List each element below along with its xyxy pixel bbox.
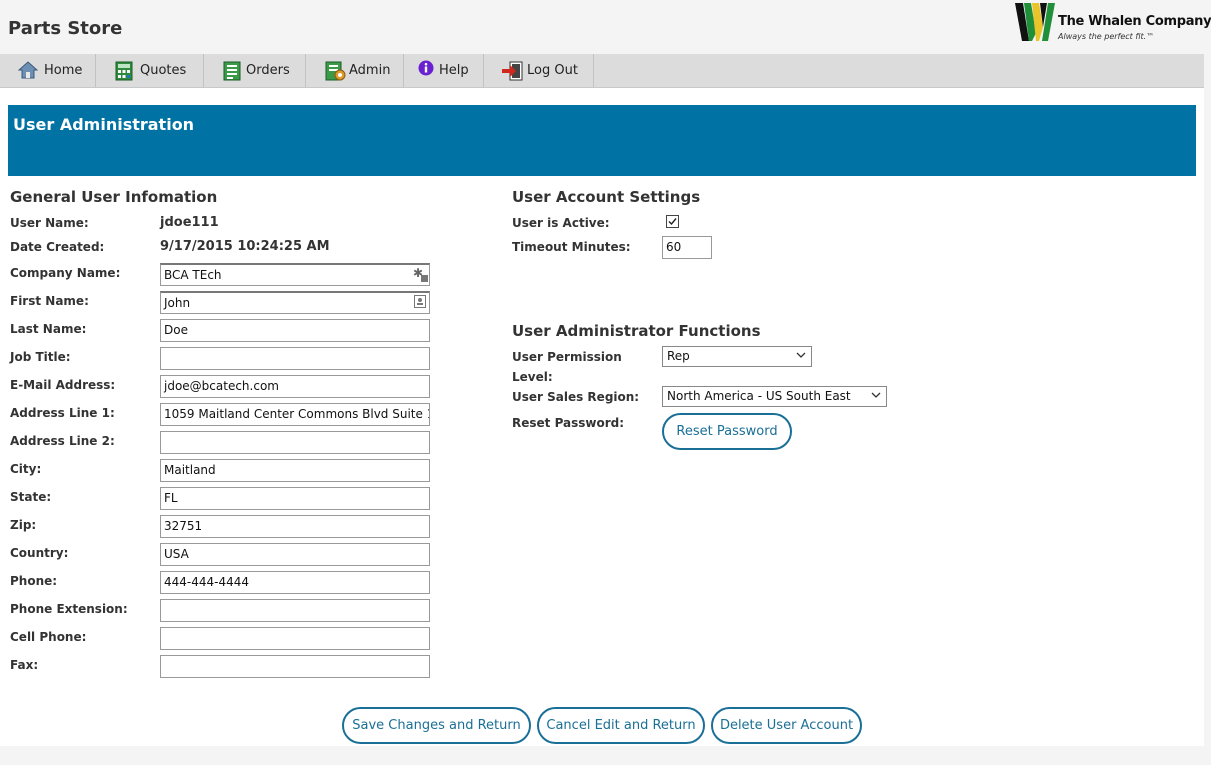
chevron-down-icon xyxy=(871,392,881,398)
date-created-label: Date Created: xyxy=(10,240,105,254)
phone-input[interactable]: 444-444-4444 xyxy=(160,571,430,594)
whalen-logo-icon xyxy=(1015,3,1055,41)
nav-help[interactable]: Help xyxy=(404,54,484,87)
orders-list-icon xyxy=(223,61,241,81)
cell-phone-label: Cell Phone: xyxy=(10,630,87,644)
cell-phone-input[interactable] xyxy=(160,627,430,650)
fax-label: Fax: xyxy=(10,658,39,672)
city-label: City: xyxy=(10,462,42,476)
zip-input[interactable]: 32751 xyxy=(160,515,430,538)
nav-quotes-label: Quotes xyxy=(140,63,187,78)
nav-orders-label: Orders xyxy=(246,63,290,78)
city-input[interactable]: Maitland xyxy=(160,459,430,482)
nav-logout-label: Log Out xyxy=(527,63,578,78)
company-name-label: Company Name: xyxy=(10,266,121,280)
country-input[interactable]: USA xyxy=(160,543,430,566)
nav-orders[interactable]: Orders xyxy=(204,54,306,87)
logout-icon xyxy=(502,61,523,81)
address1-input[interactable]: 1059 Maitland Center Commons Blvd Suite … xyxy=(160,403,430,426)
date-created-value: 9/17/2015 10:24:25 AM xyxy=(160,239,330,254)
chevron-down-icon xyxy=(796,352,806,358)
user-active-label: User is Active: xyxy=(512,216,610,230)
nav-quotes[interactable]: Quotes xyxy=(96,54,204,87)
reset-password-label: Reset Password: xyxy=(512,416,625,430)
permission-label-line1: User Permission xyxy=(512,350,622,364)
nav-home-label: Home xyxy=(44,63,83,78)
address2-label: Address Line 2: xyxy=(10,434,115,448)
fax-input[interactable] xyxy=(160,655,430,678)
nav-admin-label: Admin xyxy=(349,63,391,78)
checkmark-icon xyxy=(668,218,677,226)
main-nav: Home Quotes Orders Admin Help Log Out xyxy=(0,54,1204,88)
region-selected: North America - US South East xyxy=(667,389,851,403)
cancel-edit-button[interactable]: Cancel Edit and Return xyxy=(537,707,705,744)
page-banner: User Administration xyxy=(8,105,1196,176)
region-label: User Sales Region: xyxy=(512,390,640,404)
permission-select[interactable]: Rep xyxy=(662,346,812,367)
admin-functions-title: User Administrator Functions xyxy=(512,322,761,340)
permission-label-line2: Level: xyxy=(512,370,553,384)
calculator-icon xyxy=(115,61,133,81)
last-name-label: Last Name: xyxy=(10,322,87,336)
timeout-input[interactable]: 60 xyxy=(662,236,712,259)
country-label: Country: xyxy=(10,546,69,560)
company-name-input[interactable]: BCA TEch xyxy=(160,263,430,286)
nav-help-label: Help xyxy=(439,63,469,78)
address2-input[interactable] xyxy=(160,431,430,454)
app-window: Parts Store The Whalen Company Always th… xyxy=(0,0,1211,765)
permission-selected: Rep xyxy=(667,349,690,363)
job-title-input[interactable] xyxy=(160,347,430,370)
last-name-input[interactable]: Doe xyxy=(160,319,430,342)
first-name-input[interactable]: John xyxy=(160,291,430,314)
job-title-label: Job Title: xyxy=(10,350,71,364)
autofill-key-icon: ✱ xyxy=(413,267,428,282)
logo-tagline: Always the perfect fit.™ xyxy=(1058,32,1155,41)
phone-label: Phone: xyxy=(10,574,58,588)
main-content: User Administration General User Infomat… xyxy=(0,88,1204,746)
page-footer-strip xyxy=(0,746,1211,765)
email-label: E-Mail Address: xyxy=(10,378,116,392)
reset-password-button[interactable]: Reset Password xyxy=(662,413,792,450)
user-active-checkbox[interactable] xyxy=(666,215,679,228)
app-title: Parts Store xyxy=(8,18,123,39)
email-input[interactable]: jdoe@bcatech.com xyxy=(160,375,430,398)
state-input[interactable]: FL xyxy=(160,487,430,510)
user-name-value: jdoe111 xyxy=(160,215,219,230)
account-section-title: User Account Settings xyxy=(512,188,701,206)
info-icon xyxy=(418,60,434,76)
nav-logout[interactable]: Log Out xyxy=(484,54,594,87)
timeout-label: Timeout Minutes: xyxy=(512,240,631,254)
home-icon xyxy=(18,61,38,79)
state-label: State: xyxy=(10,490,52,504)
delete-user-button[interactable]: Delete User Account xyxy=(711,707,862,744)
address1-label: Address Line 1: xyxy=(10,406,115,420)
nav-admin[interactable]: Admin xyxy=(306,54,404,87)
logo-name: The Whalen Company xyxy=(1058,14,1211,29)
phone-extension-label: Phone Extension: xyxy=(10,602,128,616)
user-name-label: User Name: xyxy=(10,216,89,230)
save-changes-button[interactable]: Save Changes and Return xyxy=(342,707,531,744)
nav-home[interactable]: Home xyxy=(0,54,96,87)
admin-icon xyxy=(325,61,346,81)
general-section-title: General User Infomation xyxy=(10,188,218,206)
zip-label: Zip: xyxy=(10,518,37,532)
contact-card-icon xyxy=(414,295,426,308)
page-title: User Administration xyxy=(13,115,195,134)
region-select[interactable]: North America - US South East xyxy=(662,386,887,407)
company-logo: The Whalen Company Always the perfect fi… xyxy=(1015,3,1211,43)
phone-extension-input[interactable] xyxy=(160,599,430,622)
first-name-label: First Name: xyxy=(10,294,89,308)
